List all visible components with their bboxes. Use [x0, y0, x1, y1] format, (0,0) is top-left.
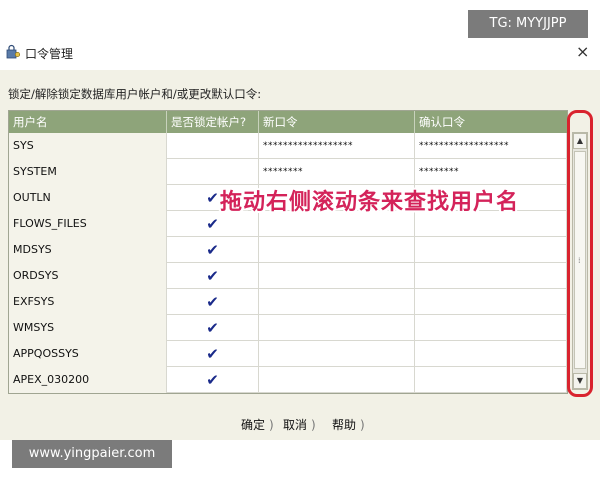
lock-checkbox-cell[interactable]: ✔ — [167, 237, 259, 263]
column-header-new-password[interactable]: 新口令 — [259, 111, 415, 133]
scrollbar-highlight-outline — [567, 110, 593, 397]
lock-key-icon — [6, 44, 21, 59]
column-header-username[interactable]: 用户名 — [9, 111, 167, 133]
users-table: 用户名 是否锁定帐户? 新口令 确认口令 SYS ****************… — [8, 110, 568, 394]
lock-checkbox-cell[interactable]: ✔ — [167, 263, 259, 289]
new-password-field[interactable]: ****************** — [259, 133, 415, 159]
checkmark-icon: ✔ — [206, 241, 219, 259]
checkmark-icon: ✔ — [206, 345, 219, 363]
confirm-password-field[interactable]: ******** — [415, 159, 567, 185]
help-button-label: 帮助 — [332, 418, 357, 432]
cancel-button[interactable]: 取消) — [283, 414, 316, 436]
confirm-password-field[interactable] — [415, 289, 567, 315]
username-cell: EXFSYS — [9, 289, 167, 315]
ok-button[interactable]: 确定) — [241, 414, 274, 436]
window-title: 口令管理 — [25, 47, 74, 61]
username-cell: OUTLN — [9, 185, 167, 211]
username-cell: APEX_030200 — [9, 367, 167, 393]
title-bar: 口令管理 × — [0, 42, 600, 66]
column-header-confirm-password[interactable]: 确认口令 — [415, 111, 567, 133]
lock-checkbox-cell[interactable]: ✔ — [167, 315, 259, 341]
new-password-field[interactable] — [259, 263, 415, 289]
checkmark-icon: ✔ — [206, 189, 219, 207]
checkmark-icon: ✔ — [206, 267, 219, 285]
username-cell: APPQOSSYS — [9, 341, 167, 367]
ok-button-label: 确定 — [241, 418, 266, 432]
confirm-password-field[interactable] — [415, 315, 567, 341]
new-password-field[interactable] — [259, 341, 415, 367]
checkmark-icon: ✔ — [206, 319, 219, 337]
new-password-field[interactable] — [259, 237, 415, 263]
lock-checkbox-cell[interactable] — [167, 133, 259, 159]
table-row[interactable]: WMSYS ✔ — [9, 315, 567, 341]
lock-checkbox-cell[interactable]: ✔ — [167, 289, 259, 315]
table-row[interactable]: EXFSYS ✔ — [9, 289, 567, 315]
checkmark-icon: ✔ — [206, 215, 219, 233]
checkmark-icon: ✔ — [206, 371, 219, 389]
column-header-locked[interactable]: 是否锁定帐户? — [167, 111, 259, 133]
watermark-top-right: TG: MYYJJPP — [468, 10, 588, 38]
help-button-edge: ) — [360, 418, 365, 432]
close-icon[interactable]: × — [576, 42, 589, 61]
instruction-text: 锁定/解除锁定数据库用户帐户和/或更改默认口令: — [8, 87, 262, 101]
password-management-dialog: 口令管理 × 锁定/解除锁定数据库用户帐户和/或更改默认口令: 用户名 是否锁定… — [0, 0, 600, 480]
new-password-field[interactable] — [259, 289, 415, 315]
button-bar: 确定) 取消) 帮助) — [0, 414, 600, 438]
confirm-password-field[interactable] — [415, 263, 567, 289]
watermark-bottom-left: www.yingpaier.com — [12, 440, 172, 468]
annotation-text: 拖动右侧滚动条来查找用户名 — [220, 190, 520, 215]
ok-button-edge: ) — [269, 418, 274, 432]
table-row[interactable]: APPQOSSYS ✔ — [9, 341, 567, 367]
cancel-button-label: 取消 — [283, 418, 308, 432]
table-row[interactable]: SYSTEM ******** ******** — [9, 159, 567, 185]
username-cell: SYS — [9, 133, 167, 159]
new-password-field[interactable] — [259, 315, 415, 341]
username-cell: SYSTEM — [9, 159, 167, 185]
username-cell: ORDSYS — [9, 263, 167, 289]
table-header: 用户名 是否锁定帐户? 新口令 确认口令 — [9, 111, 567, 133]
username-cell: WMSYS — [9, 315, 167, 341]
table-row[interactable]: MDSYS ✔ — [9, 237, 567, 263]
checkmark-icon: ✔ — [206, 293, 219, 311]
lock-checkbox-cell[interactable]: ✔ — [167, 367, 259, 393]
table-row[interactable]: ORDSYS ✔ — [9, 263, 567, 289]
username-cell: FLOWS_FILES — [9, 211, 167, 237]
lock-checkbox-cell[interactable] — [167, 159, 259, 185]
lock-checkbox-cell[interactable]: ✔ — [167, 341, 259, 367]
confirm-password-field[interactable] — [415, 237, 567, 263]
confirm-password-field[interactable] — [415, 367, 567, 393]
confirm-password-field[interactable] — [415, 341, 567, 367]
cancel-button-edge: ) — [311, 418, 316, 432]
table-row[interactable]: SYS ****************** ****************** — [9, 133, 567, 159]
confirm-password-field[interactable]: ****************** — [415, 133, 567, 159]
help-button[interactable]: 帮助) — [332, 414, 365, 436]
new-password-field[interactable]: ******** — [259, 159, 415, 185]
new-password-field[interactable] — [259, 367, 415, 393]
username-cell: MDSYS — [9, 237, 167, 263]
table-row[interactable]: APEX_030200 ✔ — [9, 367, 567, 393]
